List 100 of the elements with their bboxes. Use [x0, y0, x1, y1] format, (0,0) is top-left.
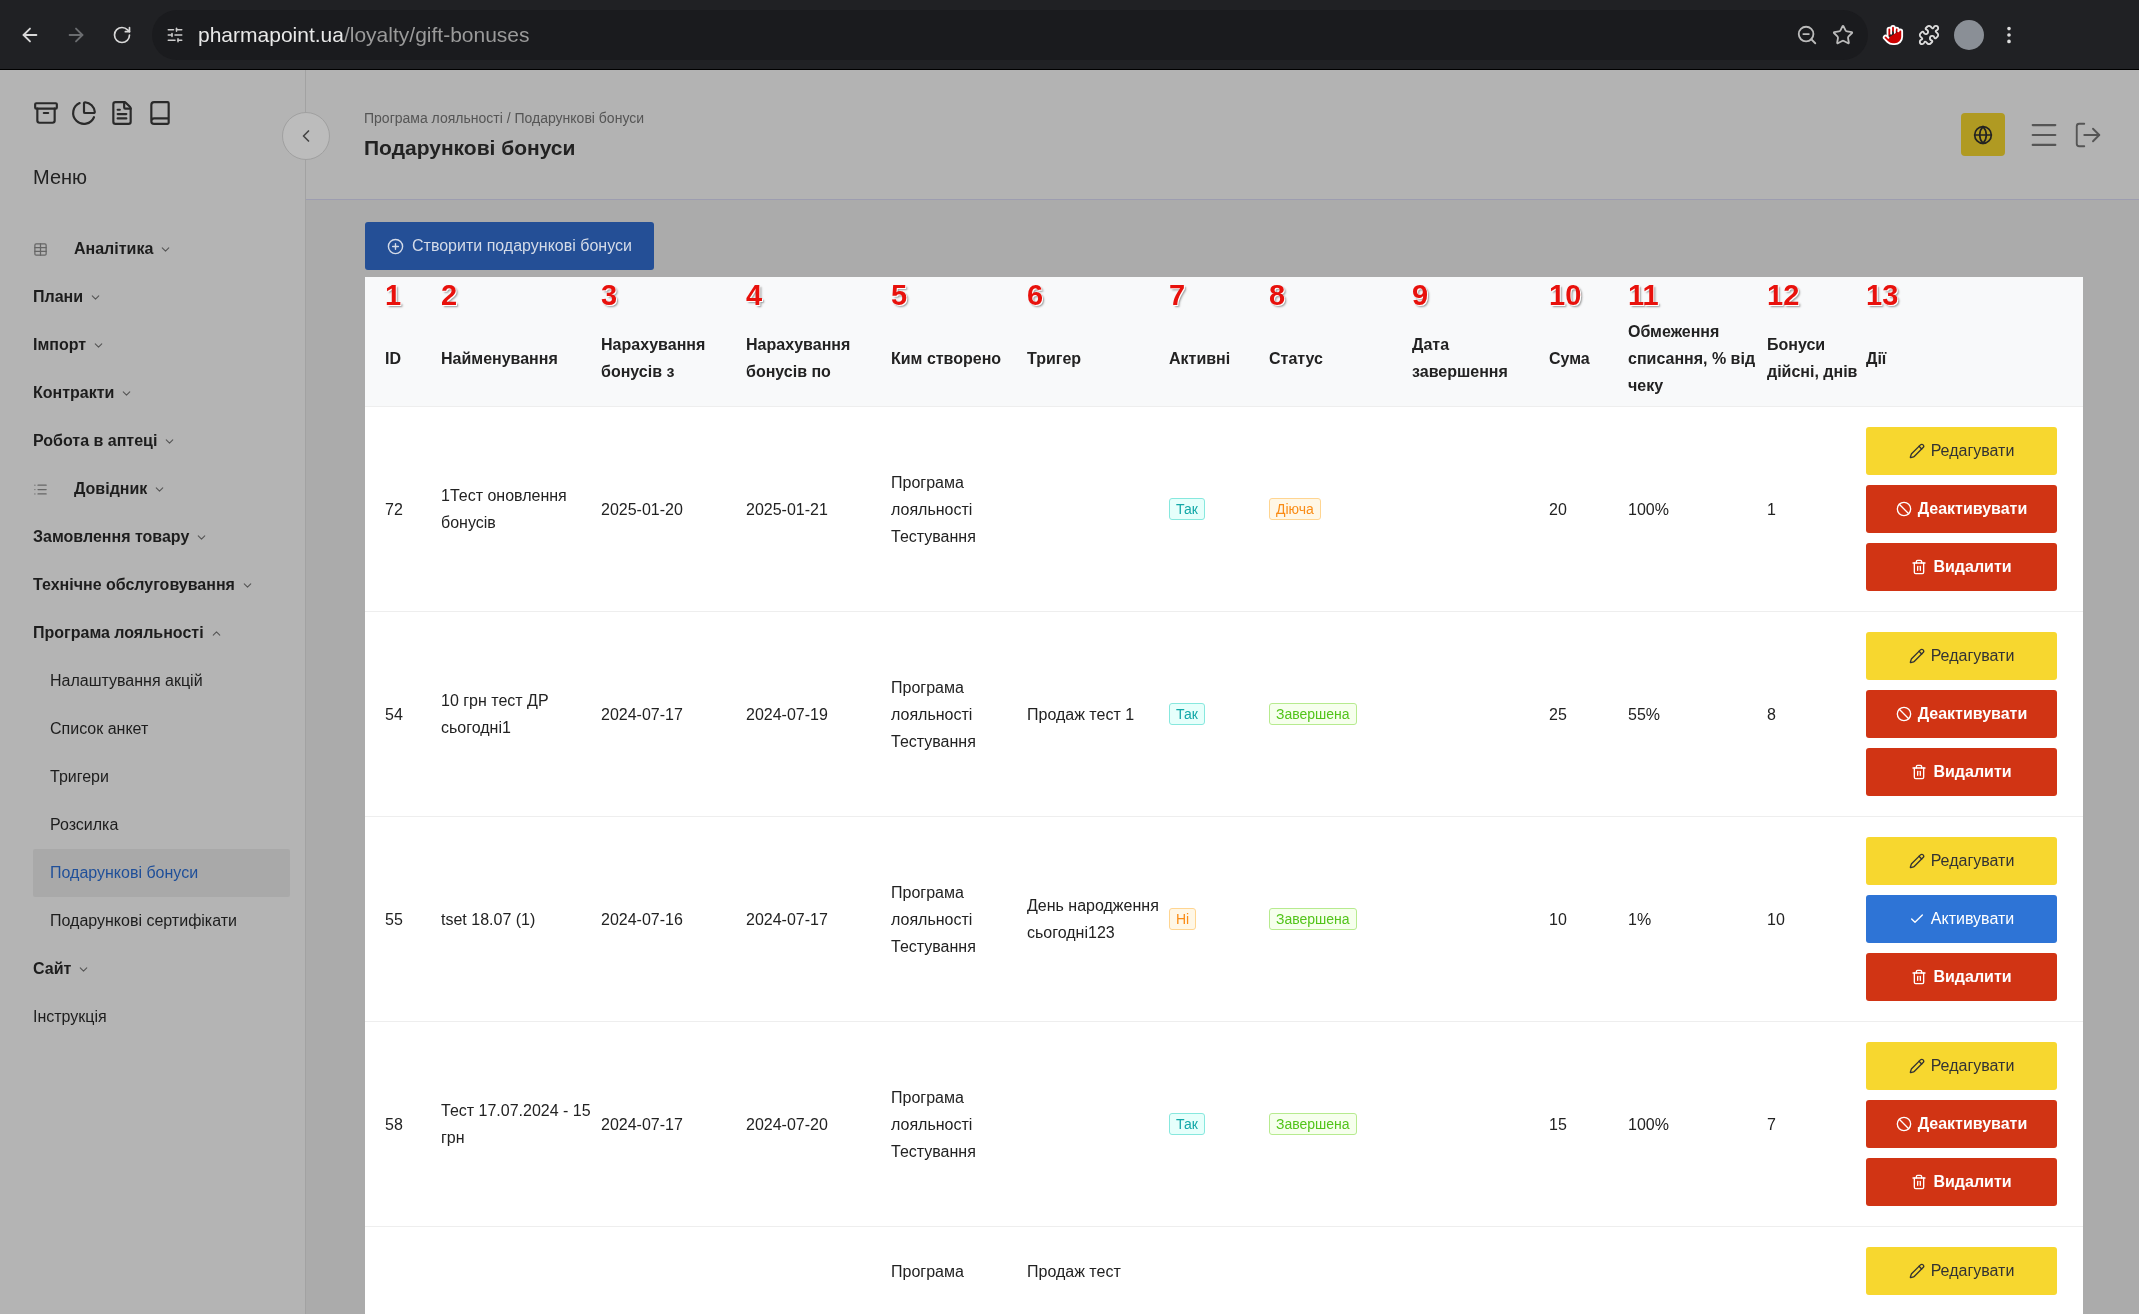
- edit-button[interactable]: Редагувати: [1866, 427, 2057, 475]
- column-header: Статус: [1269, 348, 1324, 369]
- status-tag: Завершена: [1269, 908, 1357, 930]
- pencil-icon: [1908, 853, 1925, 869]
- sidebar-item[interactable]: Імпорт: [33, 321, 290, 369]
- table-cell-text: 2024-07-17: [746, 909, 829, 930]
- delete-button[interactable]: Видалити: [1866, 1158, 2057, 1206]
- column-header: Активні: [1169, 348, 1232, 369]
- sidebar-item[interactable]: Аналітика: [33, 225, 290, 273]
- column-number: 12: [1767, 281, 1800, 310]
- column-number: 5: [891, 281, 908, 310]
- table-cell-text: 2024-07-16: [601, 909, 684, 930]
- table-cell-text: 1%: [1628, 909, 1653, 930]
- sidebar-item[interactable]: Інструкція: [33, 993, 290, 1041]
- trash-icon: [1911, 969, 1928, 985]
- sidebar-item[interactable]: Замовлення товару: [33, 513, 290, 561]
- status-tag: Завершена: [1269, 1113, 1357, 1135]
- sidebar-item[interactable]: Контракти: [33, 369, 290, 417]
- pencil-icon: [1908, 1058, 1925, 1074]
- site-settings-icon[interactable]: [166, 25, 184, 44]
- edit-button[interactable]: Редагувати: [1866, 1247, 2057, 1295]
- table-cell-text: 2024-07-17: [601, 1114, 684, 1135]
- table-cell-text: 100%: [1628, 1114, 1670, 1135]
- table-cell-text: 15: [1549, 1114, 1568, 1135]
- column-header: Дата завершення: [1412, 335, 1509, 382]
- trash-icon: [1911, 764, 1928, 780]
- table-cell-text: Програма лояльності Тестування: [891, 882, 977, 957]
- column-header: Найменування: [441, 348, 559, 369]
- sidebar-item[interactable]: Налаштування акцій: [33, 657, 290, 705]
- active-tag: Так: [1169, 1113, 1205, 1135]
- pencil-icon: [1908, 1263, 1925, 1279]
- sidebar-item[interactable]: Програма лояльності: [33, 609, 290, 657]
- column-number: 8: [1269, 281, 1286, 310]
- table-cell-text: 2024-07-20: [746, 1114, 829, 1135]
- table-cell-text: 55: [385, 909, 404, 930]
- table-cell-text: 10: [1549, 909, 1568, 930]
- active-tag: Так: [1169, 498, 1205, 520]
- hand-icon[interactable]: [1882, 23, 1904, 46]
- sidebar-item[interactable]: Сайт: [33, 945, 290, 993]
- edit-button[interactable]: Редагувати: [1866, 632, 2057, 680]
- sidebar-item[interactable]: Плани: [33, 273, 290, 321]
- list-icon: [33, 481, 48, 497]
- sidebar-item[interactable]: Робота в аптеці: [33, 417, 290, 465]
- edit-button[interactable]: Редагувати: [1866, 837, 2057, 885]
- table-cell-text: 1Тест оновлення бонусів: [441, 486, 568, 533]
- table-cell-text: Програма лояльності Тестування: [891, 677, 977, 752]
- extensions-icon[interactable]: [1918, 23, 1940, 46]
- address-bar[interactable]: pharmapoint.ua/loyalty/gift-bonuses: [152, 9, 1868, 60]
- deactivate-button[interactable]: Деактивувати: [1866, 485, 2057, 533]
- activate-button[interactable]: Активувати: [1866, 895, 2057, 943]
- avatar[interactable]: [1954, 19, 1984, 50]
- zoom-icon[interactable]: [1796, 23, 1818, 46]
- table-cell-text: 8: [1767, 704, 1777, 725]
- archive-icon[interactable]: [33, 100, 59, 126]
- menu-title: Меню: [33, 166, 89, 189]
- bookmark-star-icon[interactable]: [1832, 23, 1854, 46]
- active-tag: Ні: [1169, 908, 1197, 930]
- deactivate-button[interactable]: Деактивувати: [1866, 690, 2057, 738]
- column-header: ID: [385, 348, 402, 369]
- pencil-icon: [1908, 648, 1925, 664]
- sidebar-item[interactable]: Список анкет: [33, 705, 290, 753]
- delete-button[interactable]: Видалити: [1866, 543, 2057, 591]
- column-number: 3: [601, 281, 618, 310]
- table-cell-text: Тест 17.07.2024 - 15 грн: [441, 1101, 592, 1148]
- sidebar-item[interactable]: Тригери: [33, 753, 290, 801]
- create-button[interactable]: Створити подарункові бонуси: [365, 222, 654, 270]
- table-cell-text: 100%: [1628, 499, 1670, 520]
- column-number: 4: [746, 281, 763, 310]
- column-header: Ким створено: [891, 348, 1003, 369]
- sidebar-item[interactable]: Технічне обслуговування: [33, 561, 290, 609]
- table-cell-text: 7: [1767, 1114, 1777, 1135]
- column-number: 6: [1027, 281, 1044, 310]
- column-number: 11: [1628, 281, 1659, 310]
- delete-button[interactable]: Видалити: [1866, 953, 2057, 1001]
- table-cell-text: 58: [385, 1114, 404, 1135]
- delete-button[interactable]: Видалити: [1866, 748, 2057, 796]
- table-icon: [33, 241, 48, 257]
- table-cell-text: 10 грн тест ДР сьогодні1: [441, 691, 550, 738]
- edit-button[interactable]: Редагувати: [1866, 1042, 2057, 1090]
- document-icon[interactable]: [109, 100, 135, 126]
- trash-icon: [1911, 559, 1928, 575]
- sidebar-item[interactable]: Довідник: [33, 465, 290, 513]
- table-cell-text: 25: [1549, 704, 1568, 725]
- table-cell-text: 2025-01-21: [746, 499, 829, 520]
- language-button[interactable]: [1961, 113, 2005, 156]
- table-cell-text: 55%: [1628, 704, 1662, 725]
- table-cell-text: 2025-01-20: [601, 499, 684, 520]
- breadcrumb: Програма лояльності / Подарункові бонуси: [364, 109, 645, 126]
- pie-chart-icon[interactable]: [71, 100, 97, 126]
- book-icon[interactable]: [147, 100, 173, 126]
- deactivate-button[interactable]: Деактивувати: [1866, 1100, 2057, 1148]
- table-cell-text: Продаж тест: [1027, 1261, 1122, 1282]
- sidebar-item[interactable]: Подарункові сертифікати: [33, 897, 290, 945]
- active-tag: Так: [1169, 703, 1205, 725]
- globe-icon: [1973, 124, 1993, 145]
- ban-icon: [1895, 1116, 1912, 1132]
- column-number: 10: [1549, 281, 1582, 310]
- table-cell-text: Програма: [891, 1261, 965, 1282]
- column-header: Дії: [1866, 348, 1888, 369]
- sidebar-item[interactable]: Розсилка: [33, 801, 290, 849]
